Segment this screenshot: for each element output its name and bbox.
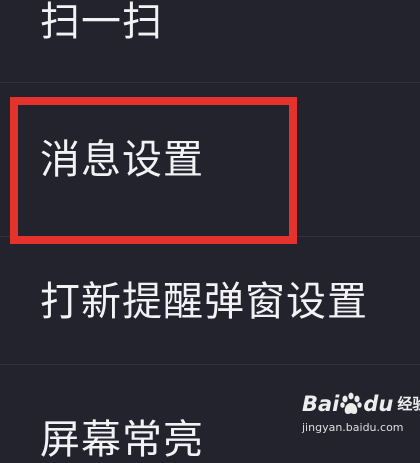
watermark-product: 经验: [397, 394, 420, 413]
settings-menu: 扫一扫 消息设置 打新提醒弹窗设置 屏幕常亮: [0, 0, 420, 460]
watermark-url: jingyan.baidu.com: [302, 421, 404, 434]
baidu-jingyan-watermark: Bai du 经验 jingyan.baidu.com: [300, 388, 420, 440]
watermark-brand-right: du: [363, 391, 394, 416]
paw-icon: [340, 392, 363, 416]
menu-item-scan[interactable]: 扫一扫: [0, 2, 420, 42]
watermark-logo: Bai du 经验: [302, 390, 420, 418]
menu-divider: [0, 236, 420, 237]
watermark-brand-left: Bai: [302, 391, 340, 416]
menu-item-ipo-reminder-popup-settings[interactable]: 打新提醒弹窗设置: [0, 282, 420, 322]
menu-divider: [0, 364, 420, 365]
menu-divider: [0, 82, 420, 83]
menu-item-message-settings[interactable]: 消息设置: [0, 140, 420, 180]
